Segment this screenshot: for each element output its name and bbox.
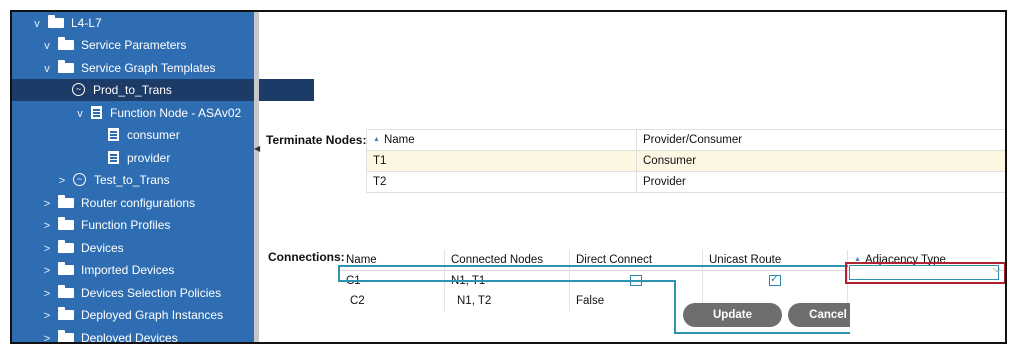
tree-item-label: Service Graph Templates	[81, 61, 216, 75]
cell-name: C2	[340, 291, 445, 311]
tree-item-label: Service Parameters	[81, 38, 187, 52]
chevron-right-icon[interactable]: >	[42, 215, 52, 237]
folder-icon	[58, 261, 74, 275]
tree-item-label: Function Node - ASAv02	[110, 106, 242, 120]
cell-direct-connect: False	[569, 291, 703, 311]
chevron-right-icon[interactable]: >	[42, 283, 52, 305]
highlight-box	[845, 262, 1005, 284]
cell-adjacency-type	[847, 291, 1005, 311]
document-icon	[91, 106, 102, 120]
chevron-right-icon[interactable]: >	[42, 305, 52, 327]
tree-item-function-profiles[interactable]: > Function Profiles	[12, 214, 284, 236]
panel-splitter[interactable]	[254, 12, 259, 342]
folder-icon	[58, 216, 74, 230]
tree-item-label: consumer	[127, 128, 180, 142]
cell-name: T1	[366, 150, 637, 172]
connections-label: Connections:	[268, 250, 345, 264]
cell-unicast-route	[702, 270, 848, 291]
chevron-right-icon[interactable]: >	[57, 170, 67, 192]
graph-template-icon: ~	[73, 173, 86, 187]
tree-item-router-configurations[interactable]: > Router configurations	[12, 192, 284, 214]
sort-asc-icon: ▲	[373, 136, 380, 144]
tree-item-label: Function Profiles	[81, 218, 171, 232]
tree-item-service-graph-templates[interactable]: v Service Graph Templates	[12, 57, 284, 79]
tree-item-function-node-asav02[interactable]: v Function Node - ASAv02	[12, 102, 317, 124]
tree-item-devices-selection-policies[interactable]: > Devices Selection Policies	[12, 282, 284, 304]
tree-item-label: Deployed Graph Instances	[81, 308, 224, 322]
column-header-name[interactable]: ▲ Name	[366, 129, 637, 151]
table-row[interactable]: C2 N1, T2 False	[340, 291, 1005, 311]
tree-item-label: Devices Selection Policies	[81, 286, 222, 300]
chevron-down-icon[interactable]: v	[42, 58, 52, 80]
navigation-tree: v L4-L7 v Service Parameters v Service Grap…	[12, 12, 314, 342]
tree-item-label: Test_to_Trans	[94, 173, 170, 187]
table-row[interactable]: T1 Consumer	[366, 150, 1005, 172]
folder-icon	[58, 306, 74, 320]
tree-item-label: L4-L7	[71, 16, 102, 30]
graph-template-icon: ~	[72, 83, 85, 97]
folder-icon	[58, 329, 74, 342]
chevron-down-icon[interactable]: v	[42, 35, 52, 57]
folder-icon	[48, 14, 64, 28]
row-edit-outline	[338, 280, 676, 282]
folder-icon	[58, 284, 74, 298]
cell-provider-consumer: Consumer	[636, 150, 1005, 172]
tree-item-l4-l7[interactable]: v L4-L7	[12, 12, 274, 34]
tree-item-label: provider	[127, 151, 171, 165]
tree-item-label: Devices	[81, 241, 124, 255]
unicast-route-checkbox[interactable]	[769, 272, 781, 287]
table-header-row: ▲ Name Provider/Consumer	[366, 129, 1005, 151]
document-icon	[108, 128, 119, 142]
table-row[interactable]: T2 Provider	[366, 171, 1005, 193]
tree-item-label: Imported Devices	[81, 263, 175, 277]
cell-provider-consumer: Provider	[636, 171, 1005, 193]
chevron-down-icon[interactable]: v	[32, 13, 42, 35]
row-edit-outline	[338, 265, 848, 267]
folder-icon	[58, 36, 74, 50]
tree-item-imported-devices[interactable]: > Imported Devices	[12, 259, 284, 281]
cell-name: T2	[366, 171, 637, 193]
chevron-right-icon[interactable]: >	[42, 238, 52, 260]
folder-icon	[58, 239, 74, 253]
tree-item-service-parameters[interactable]: v Service Parameters	[12, 34, 284, 56]
cell-connected-nodes: N1, T2	[444, 291, 570, 311]
tree-item-prod-to-trans[interactable]: ~ Prod_to_Trans	[12, 79, 314, 101]
tree-item-label: Router configurations	[81, 196, 196, 210]
terminate-nodes-table: ▲ Name Provider/Consumer T1 Consumer T2 P…	[366, 129, 1005, 193]
column-header-provider-consumer[interactable]: Provider/Consumer	[636, 129, 1005, 151]
column-header-direct-connect[interactable]: Direct Connect	[569, 250, 703, 271]
panel-edge	[850, 298, 870, 332]
tree-item-devices[interactable]: > Devices	[12, 237, 284, 259]
column-header-name[interactable]: Name	[340, 250, 445, 271]
tree-item-deployed-devices[interactable]: > Deployed Devices	[12, 327, 284, 344]
tree-item-label: Prod_to_Trans	[93, 83, 172, 97]
tree-item-deployed-graph-instances[interactable]: > Deployed Graph Instances	[12, 304, 284, 326]
column-header-connected-nodes[interactable]: Connected Nodes	[444, 250, 570, 271]
tree-item-provider[interactable]: provider	[12, 147, 350, 169]
row-edit-outline	[674, 280, 676, 334]
terminate-nodes-label: Terminate Nodes:	[266, 133, 367, 147]
chevron-right-icon[interactable]: >	[42, 193, 52, 215]
tree-item-label: Deployed Devices	[81, 331, 178, 344]
folder-icon	[58, 194, 74, 208]
app-window: v L4-L7 v Service Parameters v Service Grap…	[10, 10, 1007, 344]
folder-icon	[58, 59, 74, 73]
update-button[interactable]: Update	[683, 303, 782, 327]
collapse-arrow-icon[interactable]: ◀	[254, 145, 260, 153]
document-icon	[108, 151, 119, 165]
chevron-right-icon[interactable]: >	[42, 260, 52, 282]
chevron-right-icon[interactable]: >	[42, 328, 52, 342]
column-header-unicast-route[interactable]: Unicast Route	[702, 250, 848, 271]
row-edit-outline	[674, 332, 850, 334]
chevron-down-icon[interactable]: v	[75, 103, 85, 125]
